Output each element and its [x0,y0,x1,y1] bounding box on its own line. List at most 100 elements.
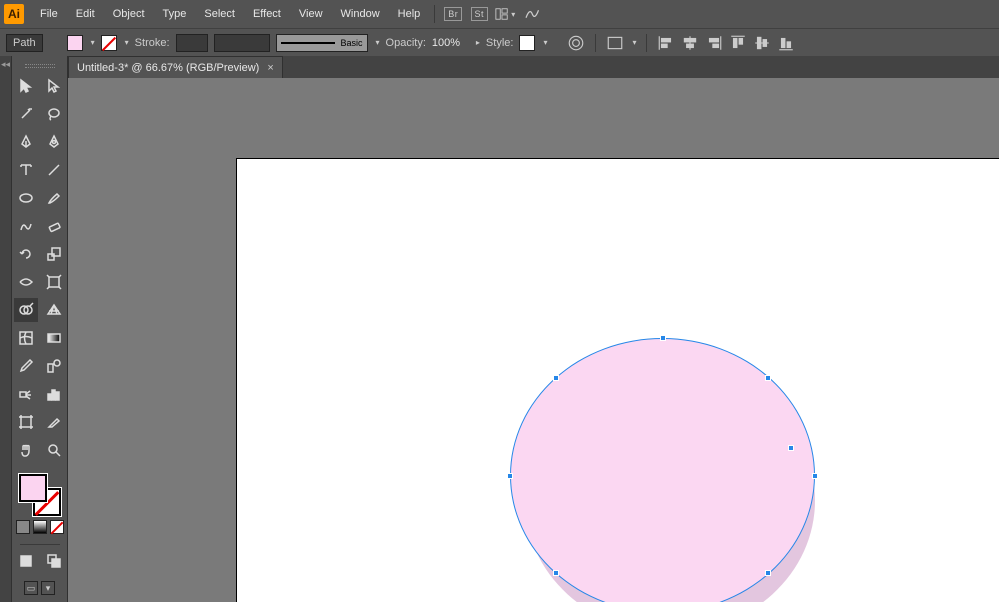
screen-mode-button[interactable]: ▭ [24,581,38,595]
zoom-tool[interactable] [42,438,66,462]
app-logo-icon: Ai [4,4,24,24]
opacity-label: Opacity: [386,37,426,49]
color-mode-row [16,520,64,534]
separator [20,544,60,545]
workspace: ◂◂ [0,56,999,602]
bridge-icon[interactable]: Br [443,4,463,24]
path-anchor[interactable] [788,445,794,451]
chevron-down-icon[interactable]: ▾ [376,38,380,47]
selection-tool[interactable] [14,74,38,98]
chevron-down-icon[interactable]: ▾ [91,38,95,47]
variable-width-profile-dropdown[interactable] [214,34,270,52]
selection-anchor-w[interactable] [507,473,513,479]
document-area: Untitled-3* @ 66.67% (RGB/Preview) × [68,56,999,602]
perspective-grid-tool[interactable] [42,298,66,322]
menu-effect[interactable]: Effect [245,4,289,24]
slice-tool[interactable] [42,410,66,434]
align-center-v-icon[interactable] [753,34,771,52]
eraser-tool[interactable] [42,214,66,238]
style-label: Style: [486,37,514,49]
tools-panel: ▭ ▾ [12,56,68,602]
ellipse-tool[interactable] [14,186,38,210]
fill-swatch[interactable] [67,35,83,51]
rotate-tool[interactable] [14,242,38,266]
align-center-h-icon[interactable] [681,34,699,52]
recolor-artwork-icon[interactable] [567,34,585,52]
graphic-style-swatch[interactable] [519,35,535,51]
stroke-label: Stroke: [135,37,170,49]
document-tab[interactable]: Untitled-3* @ 66.67% (RGB/Preview) × [68,56,283,78]
align-bottom-icon[interactable] [777,34,795,52]
artboard-tool[interactable] [14,410,38,434]
stock-icon[interactable]: St [469,4,489,24]
close-icon[interactable]: × [267,62,273,74]
menu-bar: Ai File Edit Object Type Select Effect V… [0,0,999,28]
panel-collapse-tab[interactable]: ◂◂ [0,56,12,602]
shaper-tool[interactable] [14,214,38,238]
chevron-down-icon[interactable]: ▾ [125,38,129,47]
selection-anchor-n[interactable] [660,335,666,341]
menu-type[interactable]: Type [155,4,195,24]
document-tab-bar: Untitled-3* @ 66.67% (RGB/Preview) × [68,56,999,78]
canvas-viewport[interactable] [68,78,999,602]
menu-view[interactable]: View [291,4,331,24]
pen-tool[interactable] [14,130,38,154]
eyedropper-tool[interactable] [14,354,38,378]
width-tool[interactable] [14,270,38,294]
menu-file[interactable]: File [32,4,66,24]
column-graph-tool[interactable] [42,382,66,406]
stroke-weight-field[interactable] [176,34,208,52]
align-top-icon[interactable] [729,34,747,52]
lasso-tool[interactable] [42,102,66,126]
separator [595,34,596,52]
paintbrush-tool[interactable] [42,186,66,210]
menu-help[interactable]: Help [390,4,429,24]
gradient-tool[interactable] [42,326,66,350]
control-bar: Path ▾ ▾ Stroke: Basic▾ Opacity: 100% ▸ … [0,28,999,56]
color-mode-none[interactable] [50,520,64,534]
align-right-icon[interactable] [705,34,723,52]
path-anchor[interactable] [553,375,559,381]
direct-selection-tool[interactable] [42,74,66,98]
menu-select[interactable]: Select [196,4,243,24]
document-tab-title: Untitled-3* @ 66.67% (RGB/Preview) [77,62,259,74]
path-anchor[interactable] [765,570,771,576]
line-segment-tool[interactable] [42,158,66,182]
scale-tool[interactable] [42,242,66,266]
mesh-tool[interactable] [14,326,38,350]
magic-wand-tool[interactable] [14,102,38,126]
path-anchor[interactable] [765,375,771,381]
brush-definition-dropdown[interactable]: Basic [276,34,368,52]
align-panel-icon[interactable] [606,34,624,52]
align-left-icon[interactable] [657,34,675,52]
color-mode-solid[interactable] [16,520,30,534]
separator [646,34,647,52]
panel-grip-icon[interactable] [25,64,55,68]
blend-tool[interactable] [42,354,66,378]
selection-anchor-e[interactable] [812,473,818,479]
arrange-documents-icon[interactable]: ▾ [495,4,515,24]
draw-mode-behind[interactable] [42,549,66,573]
path-anchor[interactable] [553,570,559,576]
hand-tool[interactable] [14,438,38,462]
chevron-right-icon[interactable]: ▸ [476,38,480,47]
selection-type-label: Path [6,34,43,52]
fill-stroke-indicator[interactable] [19,474,61,516]
stroke-swatch[interactable] [101,35,117,51]
menu-window[interactable]: Window [333,4,388,24]
screen-mode-dropdown[interactable]: ▾ [41,581,55,595]
gpu-performance-icon[interactable] [521,4,541,24]
chevron-down-icon[interactable]: ▾ [543,38,547,47]
chevron-down-icon[interactable]: ▾ [632,38,636,47]
draw-mode-normal[interactable] [14,549,38,573]
opacity-value[interactable]: 100% [432,37,468,49]
menu-object[interactable]: Object [105,4,153,24]
free-transform-tool[interactable] [42,270,66,294]
fill-indicator[interactable] [19,474,47,502]
curvature-tool[interactable] [42,130,66,154]
menu-edit[interactable]: Edit [68,4,103,24]
type-tool[interactable] [14,158,38,182]
symbol-sprayer-tool[interactable] [14,382,38,406]
color-mode-gradient[interactable] [33,520,47,534]
shape-builder-tool[interactable] [14,298,38,322]
